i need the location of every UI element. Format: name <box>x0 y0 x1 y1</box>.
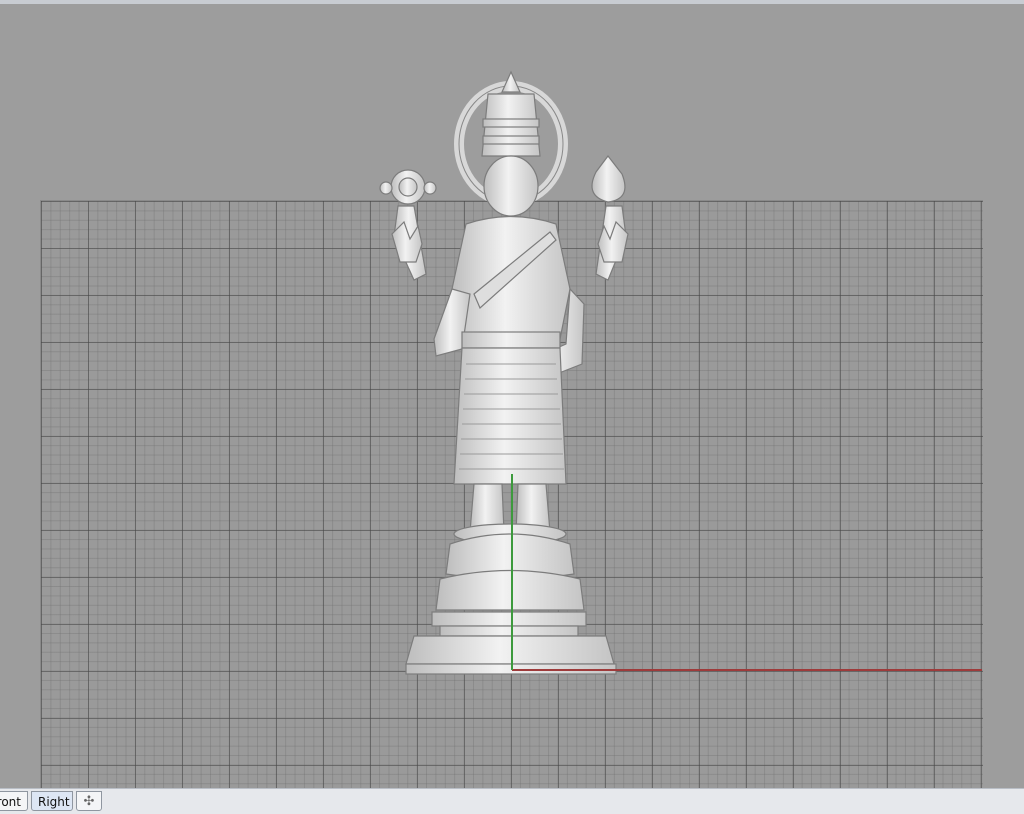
y-axis-line <box>511 474 513 670</box>
plus-icon: ✣ <box>83 794 95 809</box>
x-axis-line <box>512 669 982 671</box>
tab-right[interactable]: Right <box>31 791 73 811</box>
add-viewport-button[interactable]: ✣ <box>76 791 102 811</box>
viewport-tab-bar: ront Right ✣ <box>0 788 1024 814</box>
right-viewport[interactable] <box>0 4 1024 788</box>
tab-front[interactable]: ront <box>0 791 28 811</box>
statue-model[interactable] <box>370 64 650 676</box>
